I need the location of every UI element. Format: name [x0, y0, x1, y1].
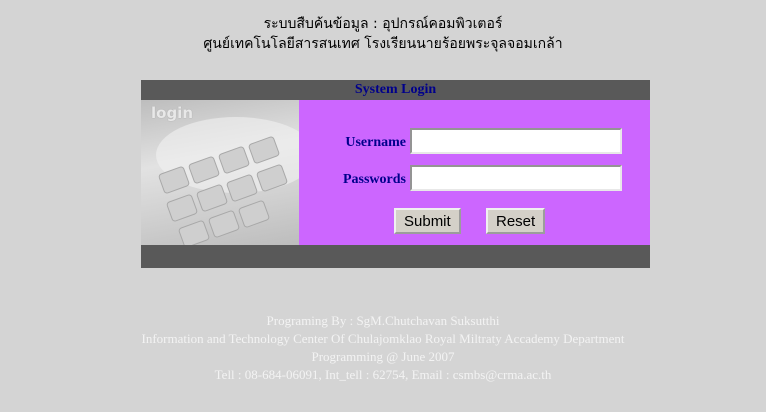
- page-header: ระบบสืบค้นข้อมูล : อุปกรณ์คอมพิวเตอร์ ศู…: [0, 14, 766, 54]
- username-input[interactable]: [410, 128, 622, 154]
- login-bottom-bar: [141, 245, 650, 268]
- footer-contact: Tell : 08-684-06091, Int_tell : 62754, E…: [214, 367, 552, 382]
- login-title: System Login: [354, 82, 437, 97]
- submit-button[interactable]: Submit: [394, 208, 461, 234]
- footer-department: Information and Technology Center Of Chu…: [141, 331, 625, 346]
- username-row: Username: [299, 128, 650, 158]
- header-system-title: ระบบสืบค้นข้อมูล : อุปกรณ์คอมพิวเตอร์: [263, 16, 503, 32]
- login-form: Username Passwords Submit Reset: [299, 100, 650, 245]
- footer-date: Programming @ June 2007: [311, 349, 455, 364]
- password-label: Passwords: [342, 172, 406, 187]
- reset-button[interactable]: Reset: [486, 208, 546, 234]
- username-label: Username: [345, 135, 406, 150]
- footer-programmer: Programing By : SgM.Chutchavan Suksutthi: [266, 313, 500, 328]
- header-center-name: ศูนย์เทคโนโลยีสารสนเทศ โรงเรียนนายร้อยพร…: [203, 36, 563, 52]
- login-box: System Login login Username Passwords Su…: [141, 80, 650, 268]
- password-input[interactable]: [410, 165, 622, 191]
- login-image: login: [141, 100, 299, 245]
- page-footer: Programing By : SgM.Chutchavan Suksutthi…: [0, 312, 766, 384]
- password-row: Passwords: [299, 165, 650, 195]
- login-image-text: login: [151, 104, 194, 122]
